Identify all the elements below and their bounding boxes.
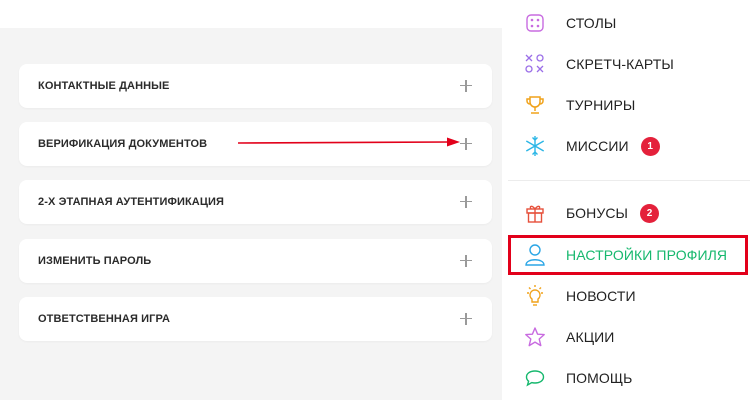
menu-item-label: МИССИИ <box>566 138 629 154</box>
menu-item-label: СКРЕТЧ-КАРТЫ <box>566 56 674 72</box>
gift-icon <box>524 202 546 224</box>
accordion-label: ОТВЕТСТВЕННАЯ ИГРА <box>38 313 170 325</box>
accordion-contact-details[interactable]: КОНТАКТНЫЕ ДАННЫЕ <box>19 64 492 108</box>
accordion-change-password[interactable]: ИЗМЕНИТЬ ПАРОЛЬ <box>19 239 492 283</box>
menu-item-tournaments[interactable]: ТУРНИРЫ <box>508 84 750 126</box>
menu-item-label: НОВОСТИ <box>566 288 636 304</box>
menu-item-promotions[interactable]: АКЦИИ <box>508 316 750 358</box>
menu-item-label: БОНУСЫ <box>566 205 629 221</box>
menu-item-scratch-cards[interactable]: СКРЕТЧ-КАРТЫ <box>508 43 750 85</box>
trophy-icon <box>524 94 546 116</box>
menu-divider <box>508 180 750 181</box>
panel-top-strip <box>0 0 502 28</box>
menu-item-label: ПОМОЩЬ <box>566 370 633 386</box>
notification-badge: 2 <box>640 203 660 223</box>
chat-bubble-icon <box>524 367 546 389</box>
accordion-responsible-gaming[interactable]: ОТВЕТСТВЕННАЯ ИГРА <box>19 297 492 341</box>
accordion-label: ИЗМЕНИТЬ ПАРОЛЬ <box>38 255 152 267</box>
menu-item-label: НАСТРОЙКИ ПРОФИЛЯ <box>566 247 728 263</box>
menu-item-help[interactable]: ПОМОЩЬ <box>508 357 750 399</box>
menu-item-label: АКЦИИ <box>566 329 615 345</box>
annotation-arrow-icon <box>238 137 460 147</box>
plus-icon[interactable] <box>458 78 474 94</box>
plus-icon[interactable] <box>458 253 474 269</box>
menu-item-label: СТОЛЫ <box>566 15 617 31</box>
menu-item-missions[interactable]: МИССИИ 1 <box>508 125 750 167</box>
accordion-two-factor-auth[interactable]: 2-Х ЭТАПНАЯ АУТЕНТИФИКАЦИЯ <box>19 180 492 224</box>
lightbulb-icon <box>524 285 546 307</box>
accordion-label: КОНТАКТНЫЕ ДАННЫЕ <box>38 80 170 92</box>
tic-tac-toe-icon <box>524 53 546 75</box>
menu-item-label: ТУРНИРЫ <box>566 97 636 113</box>
menu-item-tables[interactable]: СТОЛЫ <box>508 2 750 44</box>
dice-icon <box>524 12 546 34</box>
menu-item-profile-settings[interactable]: НАСТРОЙКИ ПРОФИЛЯ <box>508 235 748 275</box>
accordion-label: 2-Х ЭТАПНАЯ АУТЕНТИФИКАЦИЯ <box>38 196 224 208</box>
user-icon <box>524 244 546 266</box>
plus-icon[interactable] <box>458 194 474 210</box>
snowflake-icon <box>524 135 546 157</box>
plus-icon[interactable] <box>458 136 474 152</box>
menu-item-bonuses[interactable]: БОНУСЫ 2 <box>508 192 750 234</box>
notification-badge: 1 <box>640 136 660 156</box>
menu-item-news[interactable]: НОВОСТИ <box>508 275 750 317</box>
plus-icon[interactable] <box>458 311 474 327</box>
star-icon <box>524 326 546 348</box>
